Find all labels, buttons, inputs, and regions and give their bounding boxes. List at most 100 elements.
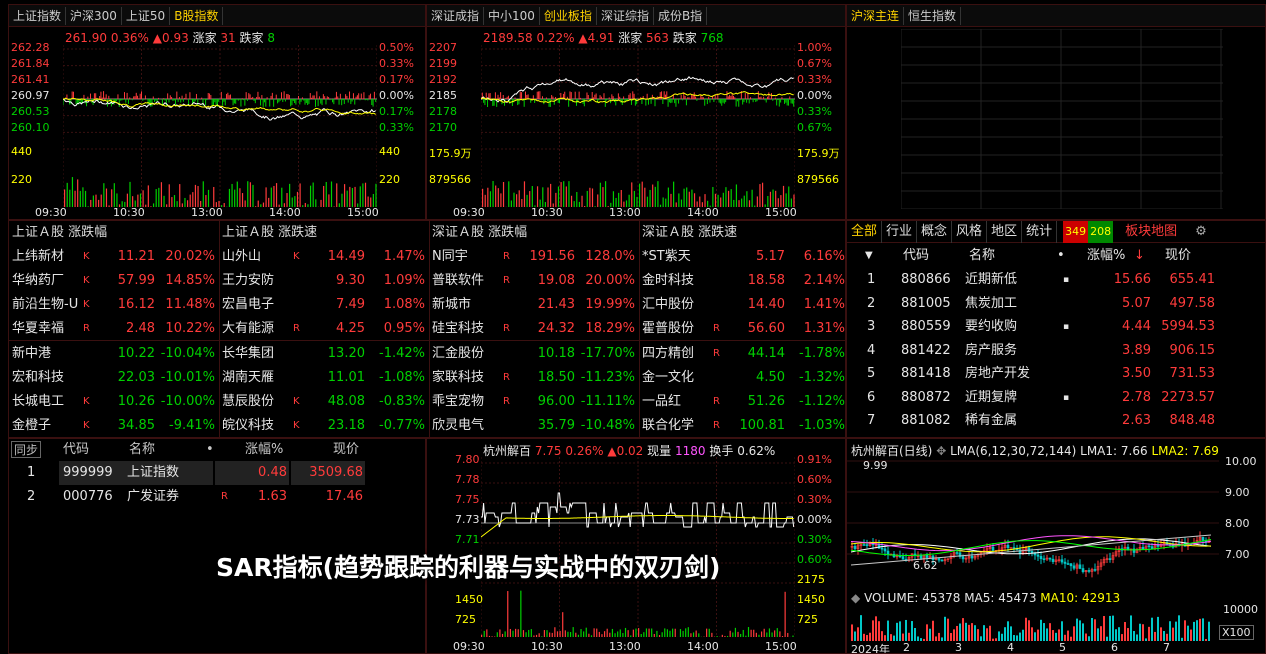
stock-name[interactable]: 湖南天雁 — [222, 366, 274, 390]
stock-name[interactable]: 四方精创 — [642, 342, 694, 366]
col-code[interactable]: 代码 — [63, 439, 89, 461]
rank-title[interactable]: 上证Ａ股 涨跌幅 — [12, 222, 107, 244]
stock-code[interactable]: 999999 — [59, 461, 125, 485]
tab-沪深主连[interactable]: 沪深主连 — [847, 6, 905, 25]
sector-name[interactable]: 焦炭加工 — [965, 292, 1017, 316]
stock-minute-chart[interactable] — [481, 457, 795, 637]
sector-code[interactable]: 880872 — [901, 386, 951, 410]
tab-上证指数[interactable]: 上证指数 — [9, 6, 67, 25]
sector-code[interactable]: 881418 — [901, 362, 951, 386]
sort-icon[interactable]: ▼ — [865, 244, 873, 268]
col-name[interactable]: 名称 — [969, 244, 995, 268]
stock-name[interactable]: 山外山 — [222, 245, 261, 269]
stock-name[interactable]: *ST紫天 — [642, 245, 691, 269]
stock-name[interactable]: 广发证券 — [125, 485, 213, 509]
stock-name[interactable]: 华纳药厂 — [12, 269, 64, 293]
stock-name[interactable]: 金时科技 — [642, 269, 694, 293]
volume-bar — [881, 631, 883, 641]
sector-map-button[interactable]: 板块地图 — [1125, 221, 1177, 243]
stock-name[interactable]: 欣灵电气 — [432, 414, 484, 437]
sector-tab-全部[interactable]: 全部 — [847, 221, 883, 243]
stock-name[interactable]: 汇中股份 — [642, 293, 694, 317]
sector-tab-风格[interactable]: 风格 — [952, 221, 988, 243]
volume-bar — [932, 620, 934, 641]
badge-R: R — [503, 396, 510, 407]
stock-name[interactable]: 金橙子 — [12, 414, 51, 437]
tab-创业板指[interactable]: 创业板指 — [540, 6, 597, 25]
sector-code[interactable]: 881422 — [901, 339, 951, 363]
sync-button[interactable]: 同步 — [11, 441, 42, 458]
rank-title[interactable]: 上证Ａ股 涨跌速 — [222, 222, 317, 244]
tab-深证成指[interactable]: 深证成指 — [427, 6, 485, 25]
tab-深证综指[interactable]: 深证综指 — [597, 6, 654, 25]
stock-name[interactable]: 上证指数 — [125, 461, 213, 485]
col-name[interactable]: 名称 — [129, 439, 155, 461]
col-code[interactable]: 代码 — [903, 244, 929, 268]
col-pct[interactable]: 涨幅% — [245, 439, 283, 461]
sector-name[interactable]: 要约收购 — [965, 315, 1017, 339]
sector-name[interactable]: 房地产开发 — [965, 362, 1030, 386]
tab-沪深300[interactable]: 沪深300 — [66, 6, 122, 25]
stock-name[interactable]: N同宇 — [432, 245, 468, 269]
stock-name[interactable]: 皖仪科技 — [222, 414, 274, 437]
sector-code[interactable]: 880559 — [901, 315, 951, 339]
sector-name[interactable]: 房产服务 — [965, 339, 1017, 363]
stock-name[interactable]: 乖宝宠物 — [432, 390, 484, 414]
sector-name[interactable]: 稀有金属 — [965, 409, 1017, 433]
stock-code[interactable]: 000776 — [59, 485, 125, 509]
sector-tab-行业[interactable]: 行业 — [882, 221, 918, 243]
sector-code[interactable]: 880866 — [901, 268, 951, 292]
stock-name[interactable]: 联合化学 — [642, 414, 694, 437]
candle — [880, 547, 884, 550]
sector-tab-统计[interactable]: 统计 — [1022, 221, 1058, 243]
stock-pct: 19.99% — [585, 297, 635, 312]
col-price[interactable]: 现价 — [333, 439, 359, 461]
stock-name[interactable]: 金一文化 — [642, 366, 694, 390]
intraday-chart-sh[interactable] — [63, 45, 377, 207]
col-price[interactable]: 现价 — [1165, 244, 1191, 268]
stock-name[interactable]: 家联科技 — [432, 366, 484, 390]
col-pct[interactable]: 涨幅% — [1087, 244, 1125, 268]
sector-pct: 5.07 — [1122, 295, 1151, 311]
sector-name[interactable]: 近期新低 — [965, 268, 1017, 292]
collapse-icon[interactable]: ◆ — [851, 591, 860, 605]
stock-name[interactable]: 长城电工 — [12, 390, 64, 414]
tab-恒生指数[interactable]: 恒生指数 — [904, 6, 962, 25]
stock-name[interactable]: 新中港 — [12, 342, 51, 366]
stock-name[interactable]: 上纬新材 — [12, 245, 64, 269]
sector-code[interactable]: 881005 — [901, 292, 951, 316]
volume-bar — [509, 628, 511, 637]
sector-name[interactable]: 近期复牌 — [965, 386, 1017, 410]
stock-name[interactable]: 普联软件 — [432, 269, 484, 293]
tab-B股指数[interactable]: B股指数 — [170, 6, 224, 25]
rank-title[interactable]: 深证Ａ股 涨跌速 — [642, 222, 737, 244]
stock-name[interactable]: 霍普股份 — [642, 317, 694, 341]
sector-tab-概念[interactable]: 概念 — [917, 221, 953, 243]
stock-name[interactable]: 华夏幸福 — [12, 317, 64, 341]
sector-tab-地区[interactable]: 地区 — [987, 221, 1023, 243]
rank-title[interactable]: 深证Ａ股 涨跌幅 — [432, 222, 527, 244]
watchlist-header: 同步 代码 名称 • 涨幅% 现价 — [9, 439, 425, 461]
tab-上证50[interactable]: 上证50 — [122, 6, 171, 25]
kline-volume-chart[interactable] — [847, 607, 1219, 641]
tab-成份B指[interactable]: 成份B指 — [654, 6, 708, 25]
tab-中小100[interactable]: 中小100 — [484, 6, 540, 25]
stock-name[interactable]: 硅宝科技 — [432, 317, 484, 341]
sector-code[interactable]: 881082 — [901, 409, 951, 433]
volume-bar — [1010, 626, 1012, 641]
stock-name[interactable]: 宏昌电子 — [222, 293, 274, 317]
stock-name[interactable]: 新城市 — [432, 293, 471, 317]
stock-name[interactable]: 慧辰股份 — [222, 390, 274, 414]
gear-icon[interactable]: ⚙ — [1195, 221, 1207, 243]
intraday-chart-sz[interactable] — [481, 45, 795, 207]
stock-name[interactable]: 宏和科技 — [12, 366, 64, 390]
gear-icon[interactable]: ✥ — [936, 444, 946, 458]
stock-name[interactable]: 汇金股份 — [432, 342, 484, 366]
stock-name[interactable]: 长华集团 — [222, 342, 274, 366]
stock-pct: -10.00% — [160, 394, 215, 409]
stock-name[interactable]: 王力安防 — [222, 269, 274, 293]
stock-name[interactable]: 一品红 — [642, 390, 681, 414]
stock-name[interactable]: 大有能源 — [222, 317, 274, 341]
stock-name[interactable]: 前沿生物-U — [12, 293, 78, 317]
kline-chart[interactable] — [847, 457, 1219, 585]
